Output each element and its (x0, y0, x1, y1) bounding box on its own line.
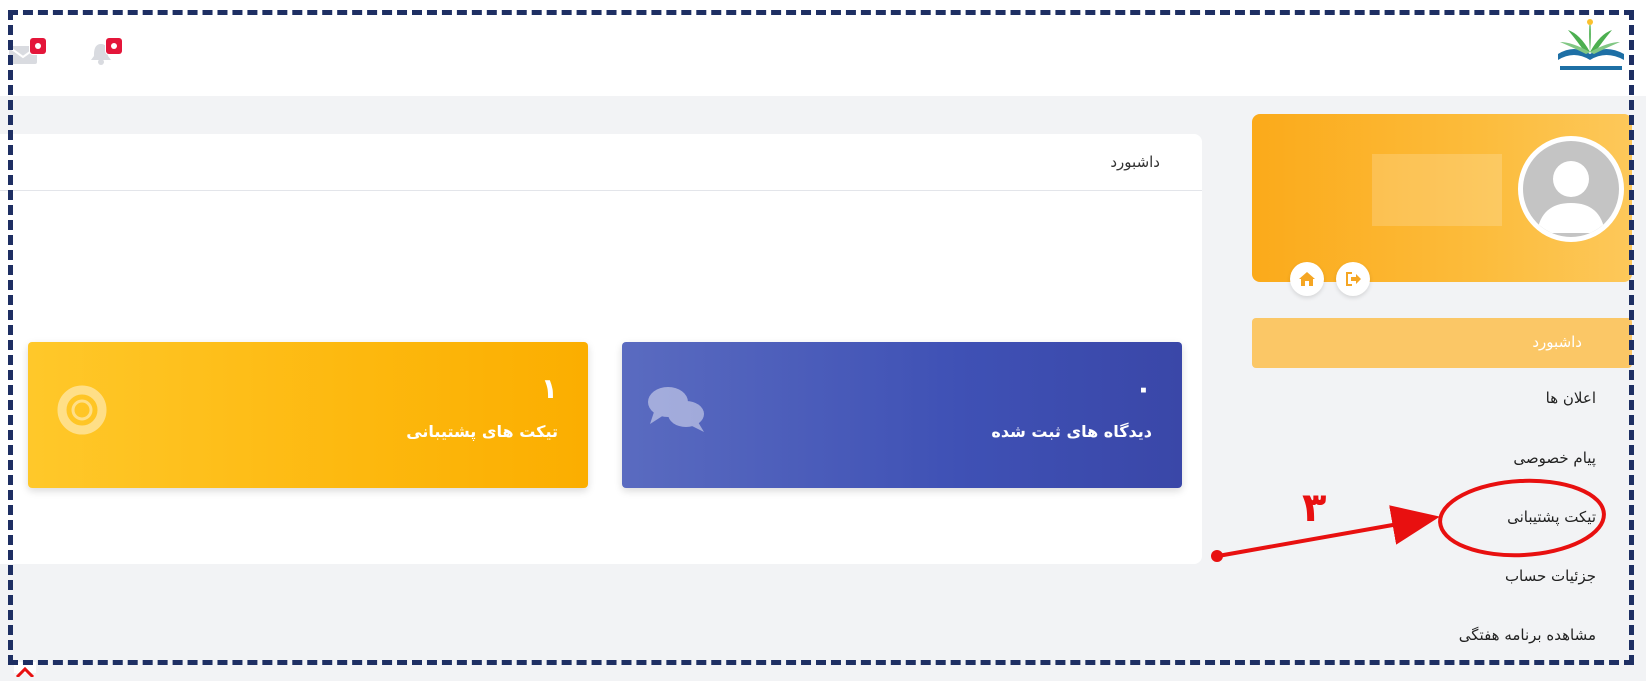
home-icon (1299, 272, 1315, 286)
step-number-label: ۳ (1302, 485, 1327, 531)
profile-card (1252, 114, 1632, 296)
tickets-stat-card[interactable]: ١ تیکت های پشتیبانی (28, 342, 588, 488)
sidebar-item-dashboard-label: داشبورد (1532, 333, 1582, 351)
messages-badge (30, 38, 46, 54)
notifications-button[interactable] (88, 32, 128, 65)
sidebar-item-announcements[interactable]: اعلان ها (1546, 389, 1596, 407)
logout-button[interactable] (1336, 262, 1370, 296)
tickets-label: تیکت های پشتیبانی (406, 422, 558, 441)
sign-out-icon (1346, 272, 1361, 286)
comments-label: دیدگاه های ثبت شده (991, 422, 1152, 441)
sidebar-item-support-tickets[interactable]: تیکت پشتیبانی (1507, 508, 1596, 526)
life-ring-icon (57, 385, 107, 435)
user-avatar-icon (1537, 161, 1605, 233)
messages-button[interactable] (8, 32, 48, 64)
panel-header: داشبورد (0, 134, 1202, 191)
user-avatar[interactable] (1518, 136, 1624, 242)
notifications-badge (106, 38, 122, 54)
page-title: داشبورد (1110, 153, 1160, 171)
sidebar-item-dashboard[interactable]: داشبورد (1252, 318, 1632, 368)
sidebar-item-account-details[interactable]: جزئیات حساب (1505, 567, 1596, 585)
tickets-count: ١ (540, 372, 558, 405)
top-header (0, 0, 1646, 96)
comments-count: ٠ (1134, 372, 1152, 405)
sidebar-item-weekly-schedule[interactable]: مشاهده برنامه هفتگی (1459, 626, 1596, 644)
comments-icon (648, 387, 704, 432)
home-button[interactable] (1290, 262, 1324, 296)
sidebar-item-private-messages[interactable]: پیام خصوصی (1513, 449, 1596, 467)
comments-stat-card[interactable]: ٠ دیدگاه های ثبت شده (622, 342, 1182, 488)
scroll-top-button[interactable] (14, 662, 36, 679)
school-logo[interactable] (1550, 14, 1632, 76)
school-logo-icon (1558, 19, 1624, 70)
chevron-up-icon (15, 666, 35, 679)
user-name-block (1372, 154, 1502, 226)
